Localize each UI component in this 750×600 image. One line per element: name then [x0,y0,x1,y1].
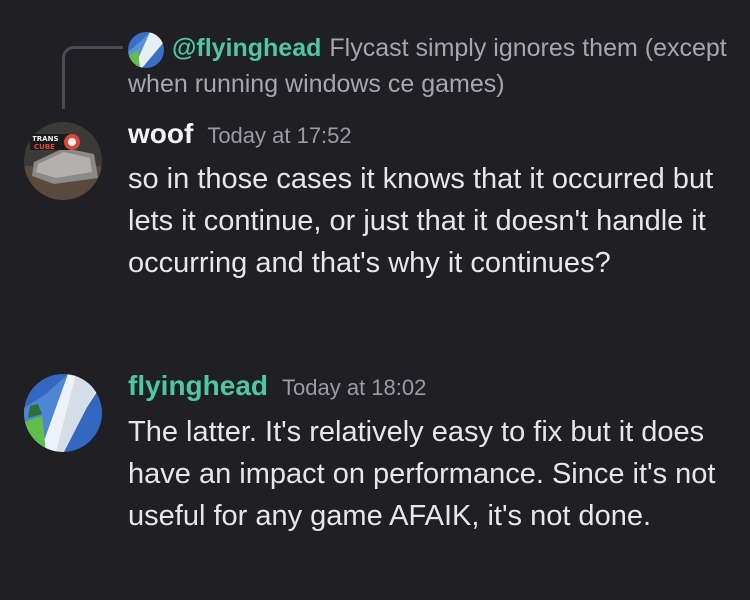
reply-author[interactable]: @flyinghead [172,34,321,62]
flyinghead-avatar[interactable] [24,374,102,452]
woof-avatar-image: TRANS CUBE [24,122,102,200]
message-text-flyinghead: The latter. It's relatively easy to fix … [128,416,716,532]
message-header-flyinghead: flyinghead Today at 18:02 [128,370,426,402]
reply-preview[interactable]: @flyinghead Flycast simply ignores them (… [128,30,728,102]
message-text-woof: so in those cases it knows that it occur… [128,163,714,279]
flyinghead-avatar-large-image [24,374,102,452]
timestamp-flyinghead[interactable]: Today at 18:02 [282,375,426,400]
author-name-flyinghead[interactable]: flyinghead [128,370,268,401]
message-header-woof: woof Today at 17:52 [128,118,352,150]
timestamp-woof[interactable]: Today at 17:52 [207,123,351,148]
svg-text:TRANS: TRANS [32,135,58,143]
woof-avatar[interactable]: TRANS CUBE [24,122,102,200]
reply-connector [62,46,123,109]
svg-text:CUBE: CUBE [34,143,55,151]
author-name-woof[interactable]: woof [128,118,193,149]
